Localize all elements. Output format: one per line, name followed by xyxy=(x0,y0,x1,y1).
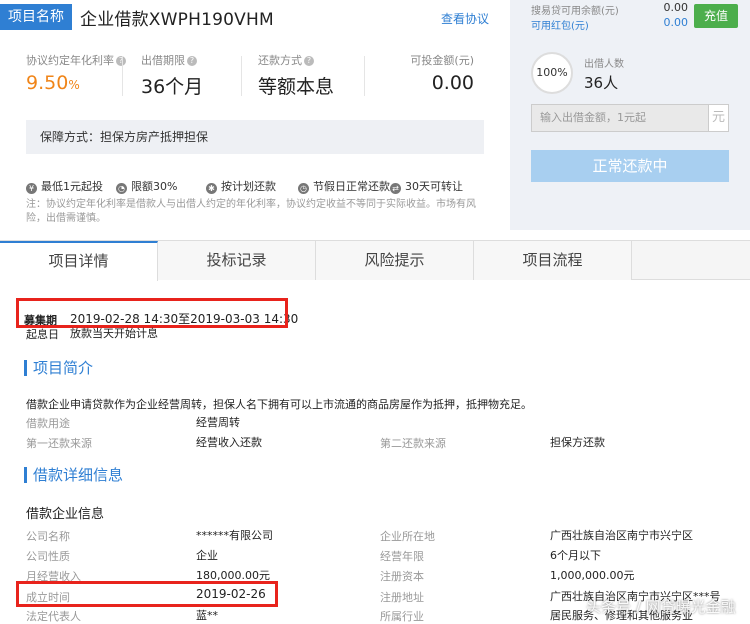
company-name-value: ******有限公司 xyxy=(196,529,273,542)
highlight-box xyxy=(16,298,288,328)
available-balance-value: 0.00 xyxy=(663,1,689,14)
metric-term-value: 36个月 xyxy=(141,76,204,98)
detail-tabs: 项目详情 投标记录 风险提示 项目流程 xyxy=(0,240,750,281)
amount-input-group: 输入出借金额，1元起 元 xyxy=(531,104,729,132)
feature-holiday: ◷ 节假日正常还款 xyxy=(298,180,390,194)
divider xyxy=(122,56,123,96)
feature-transfer: ⇄ 30天可转让 xyxy=(390,178,463,194)
purpose-label: 借款用途 xyxy=(26,417,70,430)
progress-circle: 100% xyxy=(531,52,573,94)
watermark: 头条号 / 网贷曝光金融 xyxy=(586,598,736,616)
project-title: 企业借款XWPH190VHM xyxy=(80,10,274,30)
purpose-value: 经营周转 xyxy=(196,416,240,429)
company-type-value: 企业 xyxy=(196,549,218,562)
source1-value: 经营收入还款 xyxy=(196,436,262,449)
company-name-label: 公司名称 xyxy=(26,530,70,543)
plan-icon: ✱ xyxy=(206,183,217,194)
tab-project-detail[interactable]: 项目详情 xyxy=(0,241,158,281)
clock-icon: ◷ xyxy=(298,183,309,194)
metric-term: 出借期限? 36个月 xyxy=(141,52,203,99)
metric-rate-value: 9.50 xyxy=(26,72,69,94)
company-location-label: 企业所在地 xyxy=(380,530,435,543)
industry-label: 所属行业 xyxy=(380,610,424,623)
metric-term-label: 出借期限 xyxy=(141,54,185,67)
risk-note: 注：协议约定年化利率是借款人与出借人约定的年化利率，协议约定收益不等同于实际收益… xyxy=(26,199,476,224)
redpacket-value: 0.00 xyxy=(663,16,689,29)
legal-rep-value: 蓝** xyxy=(196,609,218,622)
highlight-box xyxy=(16,581,278,607)
divider xyxy=(364,56,365,96)
project-name-tag: 项目名称 xyxy=(0,4,72,30)
registered-capital-label: 注册资本 xyxy=(380,570,424,583)
metric-available-label: 可投金额(元) xyxy=(410,54,474,67)
info-icon[interactable]: ? xyxy=(116,56,126,66)
redpacket-link[interactable]: 可用红包(元) xyxy=(531,17,589,32)
registered-address-label: 注册地址 xyxy=(380,591,424,604)
operating-years-value: 6个月以下 xyxy=(550,549,601,562)
feature-limit: ◔ 限额30% xyxy=(116,180,178,194)
info-icon[interactable]: ? xyxy=(304,56,314,66)
metric-rate-unit: % xyxy=(68,78,80,92)
operating-years-label: 经营年限 xyxy=(380,550,424,563)
info-icon[interactable]: ? xyxy=(187,56,197,66)
divider xyxy=(241,56,242,96)
metric-rate-label: 协议约定年化利率 xyxy=(26,54,114,67)
coin-icon: ¥ xyxy=(26,183,37,194)
company-info-subtitle: 借款企业信息 xyxy=(26,507,105,522)
guarantee-method: 保障方式：担保方房产抵押担保 xyxy=(26,120,484,154)
lenders-value: 36人 xyxy=(584,74,619,92)
source2-label: 第二还款来源 xyxy=(380,437,446,450)
lenders-label: 出借人数 xyxy=(584,59,624,70)
tab-bid-records[interactable]: 投标记录 xyxy=(158,241,316,280)
source2-value: 担保方还款 xyxy=(550,436,605,449)
metric-repay-label: 还款方式 xyxy=(258,54,302,67)
intro-description: 借款企业申请贷款作为企业经营周转，担保人名下拥有可以上市流通的商品房屋作为抵押，… xyxy=(26,398,532,411)
transfer-icon: ⇄ xyxy=(390,183,401,194)
metric-rate: 协议约定年化利率? 9.50% xyxy=(26,52,126,94)
available-balance-label: 搜易贷可用余额(元) xyxy=(531,6,619,17)
metric-available-value: 0.00 xyxy=(431,72,474,94)
interest-date-label: 起息日 xyxy=(26,328,59,341)
metric-available: 可投金额(元) 0.00 xyxy=(400,52,474,94)
company-location-value: 广西壮族自治区南宁市兴宁区 xyxy=(550,529,693,542)
section-title-detail: 借款详细信息 xyxy=(24,467,123,483)
metric-repay-value: 等额本息 xyxy=(258,76,335,98)
amount-unit: 元 xyxy=(708,105,728,131)
recharge-button[interactable]: 充值 xyxy=(694,4,738,28)
interest-date-value: 放款当天开始计息 xyxy=(70,327,158,340)
metric-repay: 还款方式? 等额本息 xyxy=(258,52,334,99)
section-title-intro: 项目简介 xyxy=(24,360,93,376)
tab-project-process[interactable]: 项目流程 xyxy=(474,241,632,280)
feature-plan-repay: ✱ 按计划还款 xyxy=(206,178,276,194)
registered-capital-value: 1,000,000.00元 xyxy=(550,569,635,582)
feature-min-invest: ¥ 最低1元起投 xyxy=(26,178,103,194)
amount-input[interactable]: 输入出借金额，1元起 xyxy=(532,105,708,131)
view-agreement-link[interactable]: 查看协议 xyxy=(441,10,489,27)
tab-risk-warning[interactable]: 风险提示 xyxy=(316,241,474,280)
status-button[interactable]: 正常还款中 xyxy=(531,150,729,182)
legal-rep-label: 法定代表人 xyxy=(26,610,81,623)
pie-icon: ◔ xyxy=(116,183,127,194)
source1-label: 第一还款来源 xyxy=(26,437,92,450)
company-type-label: 公司性质 xyxy=(26,550,70,563)
